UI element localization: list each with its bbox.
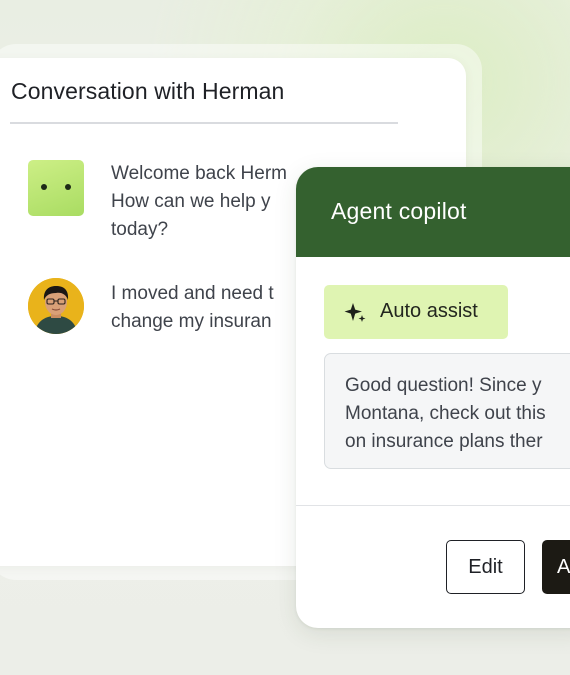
suggested-reply-text: Good question! Since y Montana, check ou…	[345, 372, 546, 456]
sparkle-icon	[344, 303, 366, 322]
bot-message: Welcome back Herm How can we help y toda…	[111, 160, 287, 244]
suggested-reply[interactable]: Good question! Since y Montana, check ou…	[324, 353, 570, 469]
bot-message-line: Welcome back Herm	[111, 163, 287, 184]
conversation-divider	[10, 122, 398, 124]
auto-assist-label: Auto assist	[380, 300, 478, 322]
suggested-reply-line: Good question! Since y	[345, 375, 542, 396]
suggested-reply-line: on insurance plans ther	[345, 431, 543, 452]
user-message-line: change my insuran	[111, 311, 272, 332]
bot-message-line: How can we help y	[111, 191, 271, 212]
user-photo-icon	[28, 278, 84, 334]
edit-button[interactable]: Edit	[446, 540, 525, 594]
bot-message-line: today?	[111, 219, 169, 240]
bot-eye-left	[41, 184, 47, 190]
agent-copilot-panel: Agent copilot Auto assist Good question!…	[296, 167, 570, 628]
copilot-title: Agent copilot	[331, 198, 467, 224]
copilot-footer-divider	[296, 505, 570, 506]
user-avatar	[28, 278, 84, 334]
copilot-header: Agent copilot	[296, 167, 570, 257]
auto-assist-button[interactable]: Auto assist	[324, 285, 508, 339]
bot-eye-right	[65, 184, 71, 190]
user-message-line: I moved and need t	[111, 283, 274, 304]
conversation-title: Conversation with Herman	[11, 78, 285, 104]
bot-avatar-icon	[28, 160, 84, 216]
user-message: I moved and need t change my insuran	[111, 280, 274, 336]
accept-button[interactable]: A	[542, 540, 570, 594]
suggested-reply-line: Montana, check out this	[345, 403, 546, 424]
